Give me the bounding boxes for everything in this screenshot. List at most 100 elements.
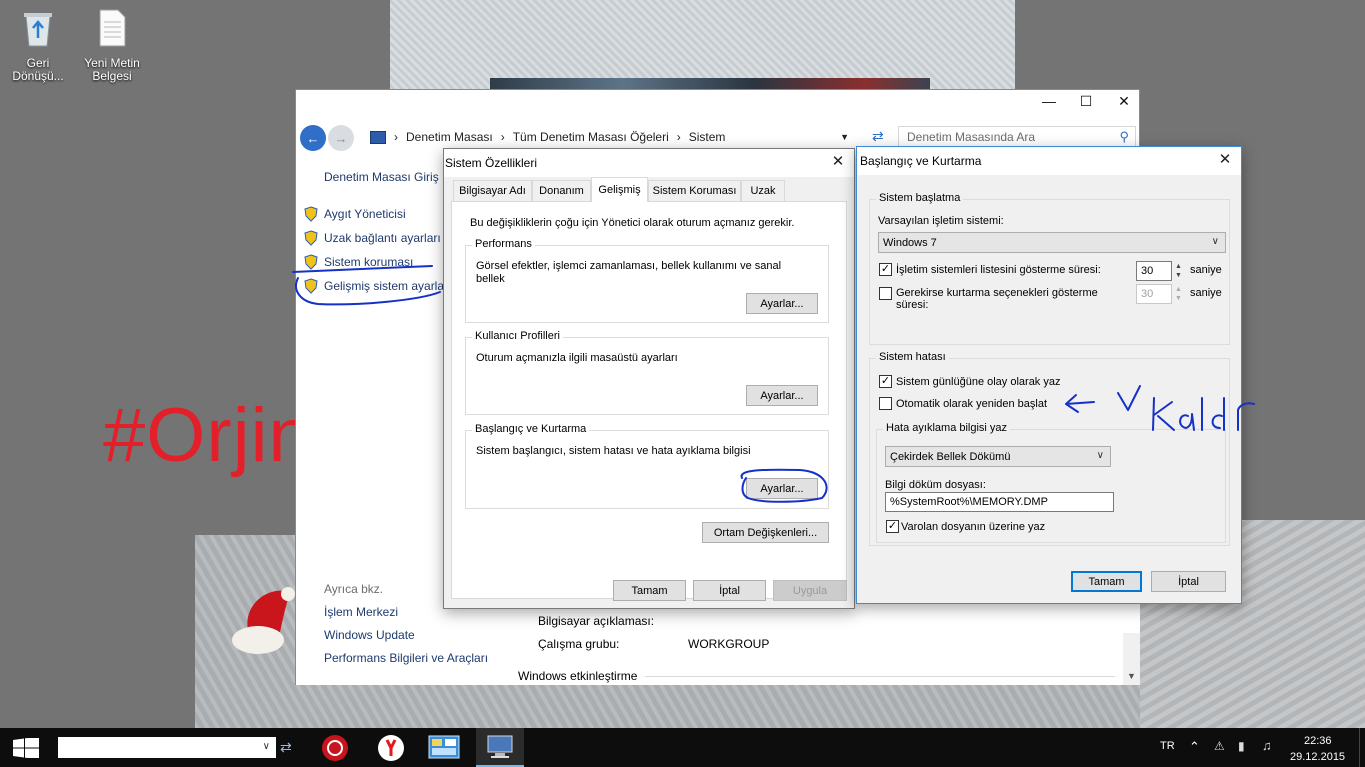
startup-recovery-description: Sistem başlangıcı, sistem hatası ve hata… — [476, 445, 751, 457]
debug-type-dropdown[interactable]: Çekirdek Bellek Dökümü ∨ — [885, 446, 1111, 467]
forward-arrow-icon[interactable]: → — [328, 125, 354, 151]
refresh-icon[interactable]: ⇄ — [872, 128, 884, 145]
performance-info-link[interactable]: Performans Bilgileri ve Araçları — [324, 651, 488, 665]
ok-button[interactable]: Tamam — [613, 580, 686, 601]
breadcrumb-separator-icon: › — [500, 130, 505, 144]
breadcrumb-item-control-panel[interactable]: Denetim Masası — [406, 130, 493, 144]
environment-variables-button[interactable]: Ortam Değişkenleri... — [702, 522, 829, 543]
text-file-icon — [99, 9, 126, 47]
startup-recovery-dialog: Başlangıç ve Kurtarma ✕ Sistem başlatma … — [856, 146, 1242, 604]
refresh-icon[interactable]: ⇄ — [280, 739, 292, 756]
back-arrow-icon[interactable]: ← — [300, 125, 326, 151]
default-os-dropdown[interactable]: Windows 7 ∨ — [878, 232, 1226, 253]
performance-group: Performans Görsel efektler, işlemci zama… — [465, 238, 829, 323]
show-os-list-seconds-input[interactable]: 30 — [1136, 261, 1172, 281]
show-recovery-checkbox[interactable] — [879, 287, 892, 300]
network-warning-icon[interactable]: ⚠ — [1214, 739, 1225, 753]
minimize-button[interactable]: — — [1030, 90, 1068, 112]
show-recovery-seconds-input[interactable]: 30 — [1136, 284, 1172, 304]
tab-remote[interactable]: Uzak — [741, 180, 785, 201]
spin-buttons-icon[interactable]: ▲ ▼ — [1175, 285, 1185, 303]
windows-start-icon[interactable] — [13, 738, 39, 758]
tab-system-protection[interactable]: Sistem Koruması — [648, 180, 741, 201]
dialog-title-bar: Başlangıç ve Kurtarma ✕ — [857, 147, 1241, 175]
cancel-button[interactable]: İptal — [693, 580, 766, 601]
startup-recovery-group: Başlangıç ve Kurtarma Sistem başlangıcı,… — [465, 423, 829, 509]
system-properties-dialog: Sistem Özellikleri ✕ Bilgisayar Adı Dona… — [443, 148, 855, 609]
volume-icon[interactable]: ♫ — [1262, 738, 1272, 753]
breadcrumb-item-system[interactable]: Sistem — [689, 130, 726, 144]
workgroup-value: WORKGROUP — [688, 637, 770, 651]
shield-icon — [304, 254, 318, 270]
title-bar: — ☐ ✕ — [296, 90, 1139, 122]
debug-info-group: Hata ayıklama bilgisi yaz Çekirdek Belle… — [876, 422, 1226, 543]
recycle-bin-label-2: Dönüşü... — [12, 69, 64, 83]
show-os-list-checkbox[interactable]: ✓ — [879, 263, 892, 276]
user-profiles-settings-button[interactable]: Ayarlar... — [746, 385, 818, 406]
search-input[interactable]: Denetim Masasında Ara ⚲ — [898, 126, 1136, 148]
recycle-bin-icon[interactable]: Geri Dönüşü... — [0, 8, 76, 83]
spin-buttons-icon[interactable]: ▲ ▼ — [1175, 262, 1185, 280]
system-failure-group: Sistem hatası ✓ Sistem günlüğüne olay ol… — [869, 351, 1230, 546]
computer-description-label: Bilgisayar açıklaması: — [538, 614, 655, 628]
admin-note: Bu değişikliklerin çoğu için Yönetici ol… — [470, 217, 795, 229]
taskbar-search-input[interactable]: ∨ — [58, 737, 276, 758]
apply-button[interactable]: Uygula — [773, 580, 847, 601]
overwrite-checkbox[interactable]: ✓ — [886, 520, 899, 533]
remote-settings-link[interactable]: Uzak bağlantı ayarları — [324, 231, 441, 245]
shield-icon — [304, 206, 318, 222]
performance-settings-button[interactable]: Ayarlar... — [746, 293, 818, 314]
taskbar-app-system[interactable] — [476, 728, 524, 767]
dialog-title: Sistem Özellikleri — [445, 156, 538, 170]
chevron-up-icon[interactable]: ⌃ — [1189, 739, 1200, 755]
tab-computer-name[interactable]: Bilgisayar Adı — [453, 180, 532, 201]
auto-restart-checkbox[interactable] — [879, 397, 892, 410]
cancel-button[interactable]: İptal — [1151, 571, 1226, 592]
chevron-down-icon[interactable]: ▼ — [840, 132, 849, 142]
language-indicator[interactable]: TR — [1160, 740, 1175, 752]
recycle-bin-icon-graphic — [24, 13, 52, 47]
clock-date[interactable]: 29.12.2015 — [1290, 751, 1345, 763]
show-desktop-button[interactable] — [1359, 728, 1365, 767]
ok-button[interactable]: Tamam — [1071, 571, 1142, 592]
advanced-system-settings-link[interactable]: Gelişmiş sistem ayarları — [324, 279, 451, 293]
system-failure-label: Sistem hatası — [876, 351, 949, 363]
close-button[interactable]: ✕ — [1213, 149, 1237, 169]
breadcrumb-item-all-items[interactable]: Tüm Denetim Masası Öğeleri — [513, 130, 669, 144]
chevron-down-icon[interactable]: ▼ — [1127, 671, 1136, 681]
address-bar[interactable]: › Denetim Masası › Tüm Denetim Masası Öğ… — [369, 126, 864, 148]
search-icon[interactable]: ⚲ — [1119, 129, 1129, 145]
control-panel-home-link[interactable]: Denetim Masası Giriş — [324, 170, 439, 184]
advanced-tab-panel: Bu değişikliklerin çoğu için Yönetici ol… — [451, 201, 847, 599]
close-button[interactable]: ✕ — [826, 151, 850, 171]
system-protection-link[interactable]: Sistem koruması — [324, 255, 413, 269]
action-center-link[interactable]: İşlem Merkezi — [324, 605, 398, 619]
clock-time[interactable]: 22:36 — [1304, 735, 1332, 747]
maximize-button[interactable]: ☐ — [1067, 90, 1105, 112]
write-event-checkbox[interactable]: ✓ — [879, 375, 892, 388]
computer-icon — [487, 735, 513, 758]
signal-icon[interactable]: ▮ — [1238, 739, 1245, 753]
performance-description-1: Görsel efektler, işlemci zamanlaması, be… — [476, 260, 782, 272]
tab-advanced[interactable]: Gelişmiş — [591, 177, 648, 202]
device-manager-link[interactable]: Aygıt Yöneticisi — [324, 207, 406, 221]
dialog-title: Başlangıç ve Kurtarma — [860, 154, 982, 168]
taskbar-app-control-panel[interactable] — [420, 728, 468, 767]
computer-icon — [370, 130, 386, 144]
taskbar-app-security[interactable] — [311, 728, 359, 767]
default-os-label: Varsayılan işletim sistemi: — [878, 215, 1004, 227]
performance-label: Performans — [472, 238, 535, 250]
close-button[interactable]: ✕ — [1105, 90, 1143, 112]
activation-header: Windows etkinleştirme — [518, 669, 638, 683]
yandex-browser-icon — [378, 734, 404, 761]
taskbar-app-yandex[interactable] — [367, 728, 415, 767]
tab-hardware[interactable]: Donanım — [532, 180, 591, 201]
windows-update-link[interactable]: Windows Update — [324, 628, 415, 642]
dump-file-input[interactable]: %SystemRoot%\MEMORY.DMP — [885, 492, 1114, 512]
chevron-down-icon: ∨ — [1211, 236, 1219, 247]
chevron-down-icon[interactable]: ∨ — [263, 741, 270, 752]
vertical-scrollbar[interactable]: ▼ — [1123, 633, 1140, 685]
text-document-icon[interactable]: Yeni Metin Belgesi — [74, 8, 150, 83]
startup-recovery-settings-button[interactable]: Ayarlar... — [746, 478, 818, 499]
seconds-unit-label: saniye — [1190, 264, 1222, 276]
